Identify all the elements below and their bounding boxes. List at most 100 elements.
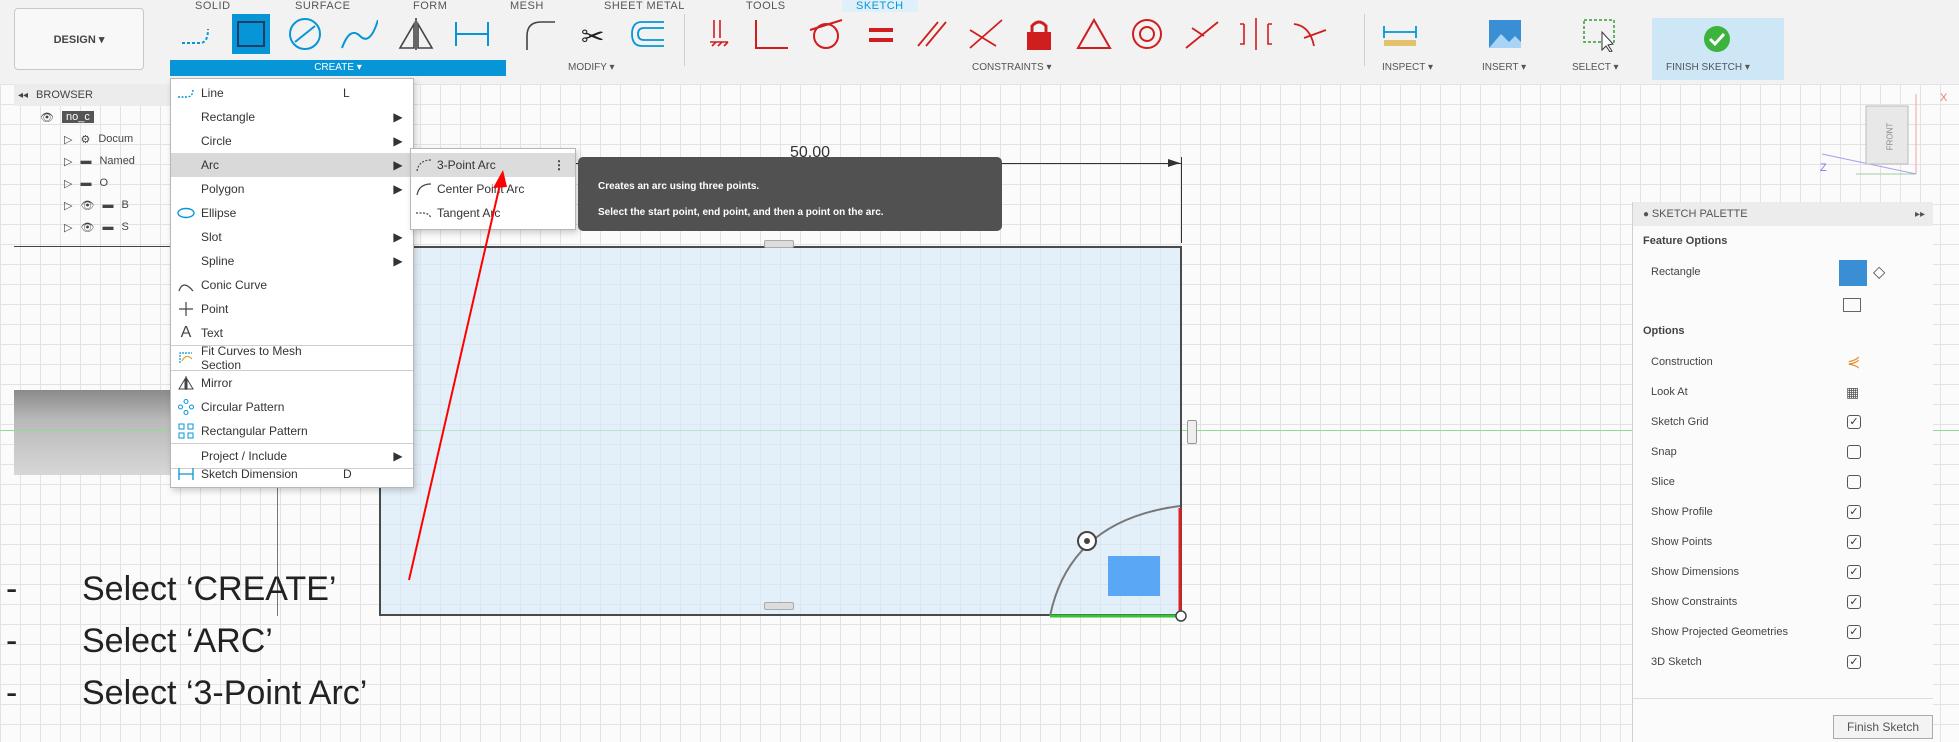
design-workspace-button[interactable]: DESIGN ▾ (14, 8, 144, 70)
eye-icon[interactable]: 👁 (80, 199, 94, 212)
tab-sheet-metal[interactable]: SHEET METAL (604, 0, 685, 12)
sketch-dimension-icon[interactable] (452, 14, 490, 54)
browser-header[interactable]: ◂◂ BROWSER (14, 84, 174, 106)
center-rectangle-icon[interactable] (1843, 298, 1861, 312)
tab-surface[interactable]: SURFACE (295, 0, 350, 12)
modify-dropdown[interactable]: MODIFY ▾ (568, 62, 615, 73)
edge-handle[interactable] (1187, 420, 1197, 444)
trim-icon[interactable]: ✂ (574, 14, 612, 54)
palette-row-look-at: Look At ▦ (1651, 383, 1860, 401)
edge-handle[interactable] (764, 602, 794, 610)
two-point-rectangle-icon[interactable] (1839, 260, 1867, 286)
line-icon[interactable] (176, 14, 214, 54)
edge-handle[interactable] (764, 240, 794, 248)
concentric-icon[interactable] (1128, 14, 1166, 54)
gear-icon: ⚙ (80, 133, 91, 146)
viewcube[interactable]: FRONT Z X (1812, 84, 1959, 189)
constraints-dropdown[interactable]: CONSTRAINTS ▾ (972, 62, 1051, 73)
tab-form[interactable]: FORM (413, 0, 447, 12)
menu-item-fit-curves[interactable]: Fit Curves to Mesh Section (171, 344, 413, 372)
menu-item-circle[interactable]: Circle ▶ (171, 129, 413, 153)
menu-item-rectangular-pattern[interactable]: Rectangular Pattern (171, 419, 413, 443)
show-points-checkbox[interactable]: ✓ (1847, 535, 1861, 549)
triangle-icon[interactable] (1074, 14, 1112, 54)
dimension-extension-line (1181, 157, 1182, 243)
sketch-grid-checkbox[interactable]: ✓ (1847, 415, 1861, 429)
menu-item-circular-pattern[interactable]: Circular Pattern (171, 395, 413, 419)
insert-image-icon[interactable] (1486, 14, 1524, 54)
browser-item[interactable]: 👁 no_c (14, 106, 174, 128)
eye-icon[interactable]: 👁 (80, 221, 94, 234)
expand-icon[interactable]: ▷ (64, 199, 72, 212)
curvature-icon[interactable] (1290, 14, 1328, 54)
measure-icon[interactable] (1380, 14, 1418, 54)
show-profile-checkbox[interactable]: ✓ (1847, 505, 1861, 519)
mirror-icon[interactable] (396, 14, 434, 54)
menu-item-text[interactable]: A Text (171, 321, 413, 345)
slice-checkbox[interactable] (1847, 475, 1861, 489)
more-options-icon[interactable]: ⋮ (553, 158, 575, 172)
menu-item-arc[interactable]: Arc ▶ (171, 153, 413, 177)
rectangle-icon[interactable] (232, 14, 270, 54)
browser-item[interactable]: ▷ 👁 ▬ S (14, 216, 174, 238)
menu-item-mirror[interactable]: Mirror (171, 371, 413, 395)
select-icon[interactable] (1580, 14, 1618, 54)
browser-item[interactable]: ▷ ⚙ Docum (14, 128, 174, 150)
palette-row-show-points: Show Points ✓ (1633, 528, 1933, 556)
menu-item-spline[interactable]: Spline ▶ (171, 249, 413, 273)
eye-icon[interactable]: 👁 (40, 111, 54, 124)
menu-item-point[interactable]: Point (171, 297, 413, 321)
tab-mesh[interactable]: MESH (510, 0, 544, 12)
3d-sketch-checkbox[interactable]: ✓ (1847, 655, 1861, 669)
equal-icon[interactable] (862, 14, 900, 54)
circle-icon[interactable] (286, 14, 324, 54)
symmetry-icon[interactable] (1236, 14, 1274, 54)
menu-item-rectangle[interactable]: Rectangle ▶ (171, 105, 413, 129)
midpoint-icon[interactable] (1182, 14, 1220, 54)
feature-options-header[interactable]: Feature Options (1633, 230, 1933, 252)
select-dropdown[interactable]: SELECT ▾ (1572, 62, 1619, 73)
browser-item[interactable]: ▷ ▬ O (14, 172, 174, 194)
show-projected-geometries-checkbox[interactable]: ✓ (1847, 625, 1861, 639)
finish-sketch-dropdown[interactable]: FINISH SKETCH ▾ (1666, 62, 1750, 73)
inspect-dropdown[interactable]: INSPECT ▾ (1382, 62, 1433, 73)
show-constraints-checkbox[interactable]: ✓ (1847, 595, 1861, 609)
menu-item-ellipse[interactable]: Ellipse (171, 201, 413, 225)
tab-tools[interactable]: TOOLS (746, 0, 786, 12)
menu-item-line[interactable]: Line L (171, 81, 413, 105)
tab-solid[interactable]: SOLID (195, 0, 231, 12)
finish-sketch-button[interactable]: Finish Sketch (1833, 715, 1933, 739)
lock-icon[interactable] (1020, 14, 1058, 54)
expand-icon[interactable]: ▷ (64, 177, 72, 190)
expand-icon[interactable]: ▷ (64, 133, 72, 146)
palette-header[interactable]: ● SKETCH PALETTE ▸▸ (1633, 202, 1933, 226)
options-header[interactable]: Options (1633, 320, 1933, 342)
look-at-icon[interactable]: ▦ (1846, 384, 1859, 401)
tangent-icon[interactable] (806, 14, 844, 54)
menu-item-sketch-dimension[interactable]: Sketch Dimension D (171, 462, 413, 486)
fix-icon[interactable] (700, 14, 738, 54)
menu-item-conic-curve[interactable]: Conic Curve (171, 273, 413, 297)
construction-icon[interactable]: ⋞ (1847, 352, 1860, 372)
show-dimensions-checkbox[interactable]: ✓ (1847, 565, 1861, 579)
create-dropdown[interactable]: CREATE ▾ (170, 60, 506, 76)
three-point-rectangle-icon[interactable]: ◇ (1873, 262, 1885, 282)
spline-icon[interactable] (340, 14, 378, 54)
tab-sketch[interactable]: SKETCH (842, 0, 918, 12)
menu-item-slot[interactable]: Slot ▶ (171, 225, 413, 249)
browser-item-label: no_c (61, 111, 94, 123)
collapse-icon[interactable]: ◂◂ (18, 90, 28, 101)
insert-dropdown[interactable]: INSERT ▾ (1482, 62, 1526, 73)
expand-panel-icon[interactable]: ▸▸ (1915, 209, 1925, 220)
perpendicular-icon[interactable] (750, 14, 788, 54)
offset-icon[interactable] (628, 14, 666, 54)
expand-icon[interactable]: ▷ (64, 155, 72, 168)
collinear-icon[interactable] (966, 14, 1004, 54)
menu-item-polygon[interactable]: Polygon ▶ (171, 177, 413, 201)
fillet-icon[interactable] (520, 14, 558, 54)
browser-item[interactable]: ▷ 👁 ▬ B (14, 194, 174, 216)
browser-item[interactable]: ▷ ▬ Named (14, 150, 174, 172)
snap-checkbox[interactable] (1847, 445, 1861, 459)
parallel-icon[interactable] (912, 14, 950, 54)
expand-icon[interactable]: ▷ (64, 221, 72, 234)
